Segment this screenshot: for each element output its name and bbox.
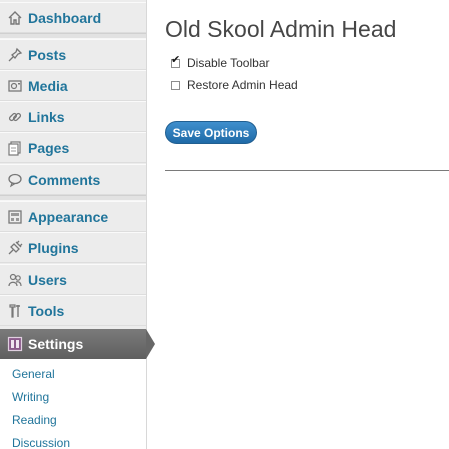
menu-item-tools[interactable]: Tools: [0, 295, 146, 326]
restore-admin-head-checkbox[interactable]: [171, 80, 180, 90]
main-content: Old Skool Admin Head ✔ Disable Toolbar R…: [147, 0, 449, 449]
submenu-discussion[interactable]: Discussion: [12, 436, 70, 449]
appearance-icon: [6, 208, 24, 226]
menu-label: Pages: [28, 139, 70, 156]
menu-label: Comments: [28, 171, 101, 188]
disable-toolbar-checkbox[interactable]: ✔: [171, 54, 180, 68]
submenu-reading[interactable]: Reading: [12, 413, 57, 427]
menu-label: Users: [28, 271, 67, 288]
page-title: Old Skool Admin Head: [165, 16, 397, 42]
menu-item-settings[interactable]: Settings: [0, 329, 146, 359]
pages-icon: [6, 139, 24, 157]
divider: [165, 170, 449, 171]
menu-item-appearance[interactable]: Appearance: [0, 201, 146, 232]
menu-label: Settings: [28, 336, 84, 352]
option-label: Disable Toolbar: [187, 56, 270, 70]
menu-label: Posts: [28, 46, 67, 63]
menu-label: Links: [28, 108, 65, 125]
menu-item-pages[interactable]: Pages: [0, 132, 146, 163]
option-label: Restore Admin Head: [187, 78, 298, 92]
menu-label: Dashboard: [28, 9, 102, 26]
menu-item-posts[interactable]: Posts: [0, 39, 146, 70]
media-icon: [6, 77, 24, 95]
menu-label: Tools: [28, 302, 65, 319]
users-icon: [6, 271, 24, 289]
submenu-writing[interactable]: Writing: [12, 390, 49, 404]
menu-item-users[interactable]: Users: [0, 264, 146, 295]
menu-item-dashboard[interactable]: Dashboard: [0, 2, 146, 33]
plug-icon: [6, 239, 24, 257]
pin-icon: [6, 46, 24, 64]
comment-icon: [6, 171, 24, 189]
menu-label: Media: [28, 77, 68, 94]
link-icon: [6, 108, 24, 126]
dashboard-icon: [6, 9, 24, 27]
settings-icon: [6, 335, 24, 353]
menu-item-links[interactable]: Links: [0, 101, 146, 132]
tools-icon: [6, 302, 24, 320]
menu-item-comments[interactable]: Comments: [0, 164, 146, 195]
admin-sidebar: Dashboard Posts Media Links Pages Commen…: [0, 0, 147, 449]
menu-label: Plugins: [28, 239, 79, 256]
menu-item-plugins[interactable]: Plugins: [0, 232, 146, 263]
option-restore-admin-head: Restore Admin Head: [171, 78, 298, 92]
settings-submenu: General Writing Reading Discussion: [0, 359, 146, 449]
checkmark-icon: ✔: [171, 53, 181, 66]
save-options-button[interactable]: Save Options: [165, 121, 257, 144]
option-disable-toolbar: ✔ Disable Toolbar: [171, 54, 270, 70]
submenu-general[interactable]: General: [12, 367, 55, 381]
menu-item-media[interactable]: Media: [0, 70, 146, 101]
menu-label: Appearance: [28, 208, 109, 225]
